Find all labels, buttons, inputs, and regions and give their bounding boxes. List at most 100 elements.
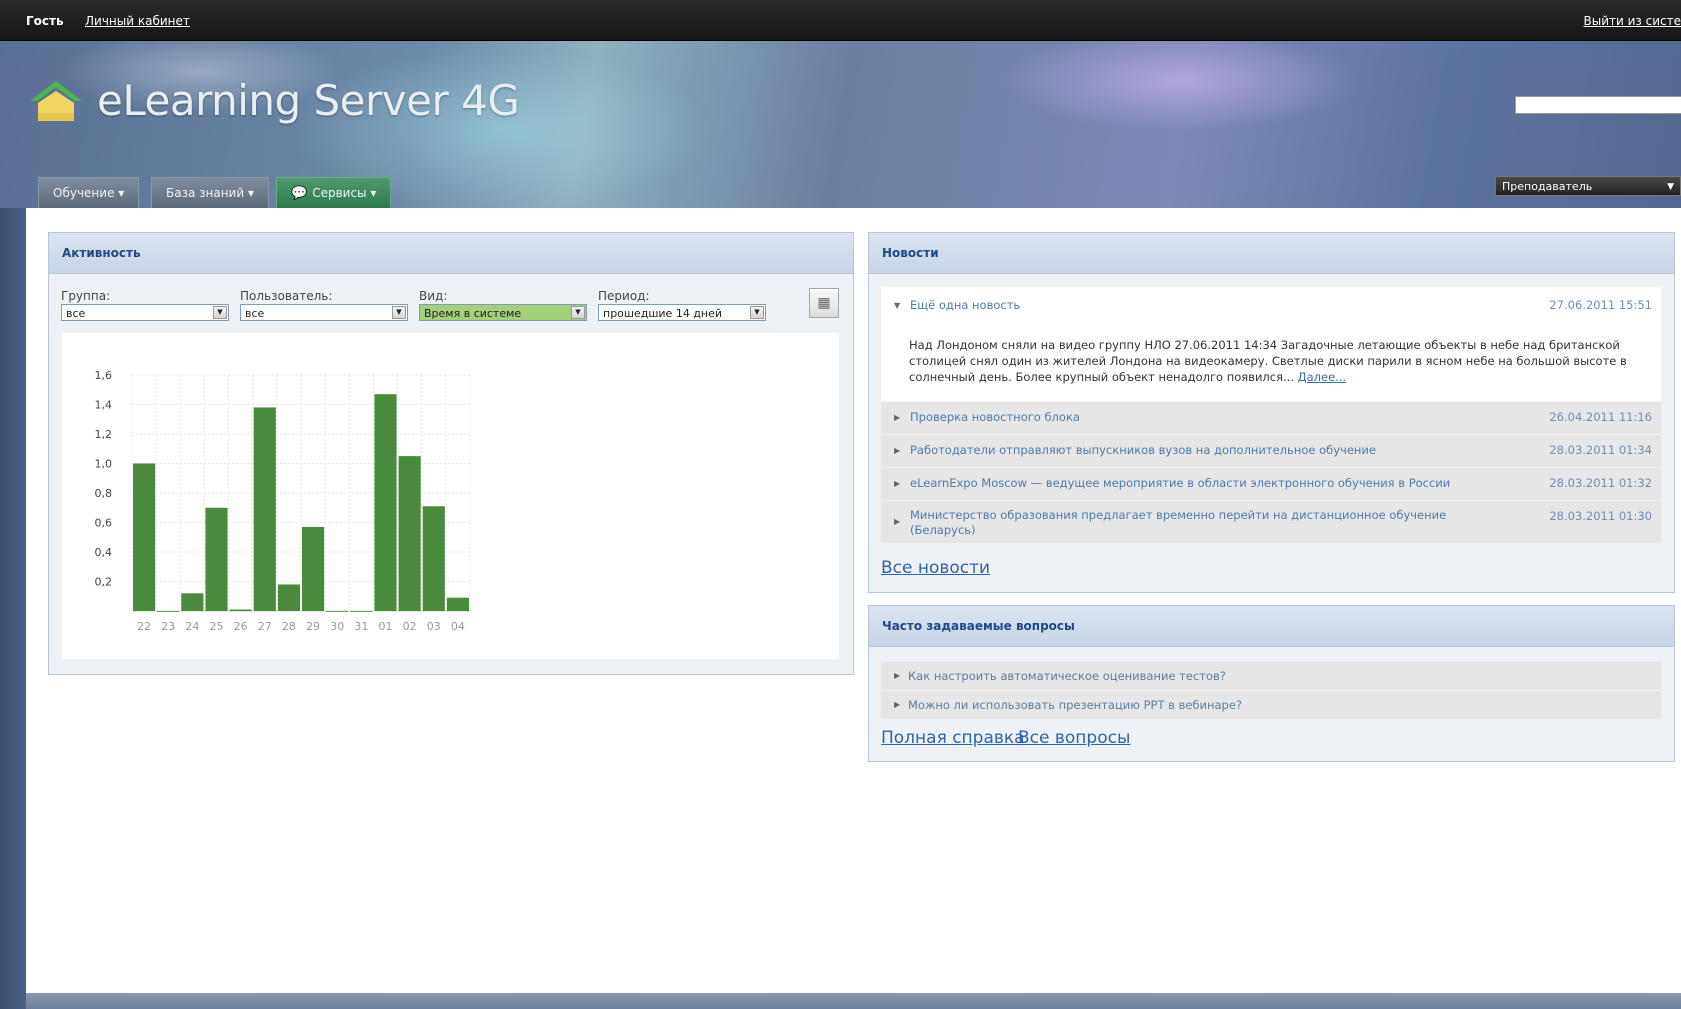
x-tick-label: 01 — [379, 620, 393, 633]
chart-bar — [253, 407, 276, 611]
x-tick-label: 26 — [234, 620, 248, 633]
search-input[interactable] — [1515, 96, 1681, 114]
read-more-link[interactable]: Далее... — [1298, 370, 1347, 384]
group-select[interactable]: все ▼ — [61, 304, 229, 321]
news-item-title[interactable]: Работодатели отправляют выпускников вузо… — [910, 443, 1376, 457]
tab-learning[interactable]: Обучение ▾ — [38, 177, 140, 208]
x-tick-label: 02 — [403, 620, 417, 633]
tab-services-label: Сервисы ▾ — [312, 186, 377, 200]
x-tick-label: 23 — [161, 620, 175, 633]
news-item-title[interactable]: eLearnExpo Moscow — ведущее мероприятие … — [910, 476, 1450, 490]
tab-knowledge-base[interactable]: База знаний ▾ — [151, 177, 269, 208]
news-item-date: 28.03.2011 01:34 — [1549, 443, 1652, 457]
activity-chart: 0,2 0,4 0,6 0,8 1,0 1,2 1,4 1,6 22 23 24 25 26 27 28 29… — [95, 369, 471, 633]
view-select[interactable]: Время в системе ▼ — [419, 304, 587, 321]
y-tick-label: 1,6 — [95, 369, 113, 382]
y-tick-label: 0,2 — [95, 576, 113, 589]
x-tick-label: 31 — [354, 620, 368, 633]
personal-cabinet-link[interactable]: Личный кабинет — [85, 14, 190, 28]
news-item-date: 26.04.2011 11:16 — [1549, 410, 1652, 424]
news-item[interactable]: ▶ Министерство образования предлагает вр… — [881, 501, 1661, 544]
all-questions-link[interactable]: Все вопросы — [1018, 728, 1130, 748]
top-bar: Гость Личный кабинет Выйти из систе — [0, 0, 1681, 41]
triangle-down-icon: ▼ — [894, 301, 901, 310]
chart-bar — [398, 456, 421, 611]
chevron-down-icon: ▼ — [1667, 182, 1674, 192]
faq-question[interactable]: Как настроить автоматическое оценивание … — [908, 662, 1226, 690]
x-tick-label: 29 — [306, 620, 320, 633]
triangle-right-icon: ▶ — [894, 517, 901, 526]
x-tick-label: 28 — [282, 620, 296, 633]
user-filter-label: Пользователь: — [240, 289, 333, 303]
x-tick-label: 03 — [427, 620, 441, 633]
user-select[interactable]: все ▼ — [240, 304, 408, 321]
period-filter: Период: прошедшие 14 дней ▼ — [598, 289, 766, 321]
chart-bar — [133, 463, 156, 611]
tab-learning-label: Обучение ▾ — [53, 186, 125, 200]
chart-bar — [229, 609, 252, 611]
news-item[interactable]: ▶ Работодатели отправляют выпускников ву… — [881, 435, 1661, 468]
chart-bar — [157, 611, 180, 612]
faq-item[interactable]: ▶ Как настроить автоматическое оценивани… — [881, 662, 1661, 691]
news-item-title[interactable]: Министерство образования предлагает врем… — [910, 508, 1480, 538]
calendar-icon[interactable]: ▦ — [809, 288, 839, 318]
y-tick-label: 1,4 — [95, 399, 113, 412]
y-tick-label: 1,0 — [95, 458, 113, 471]
user-filter: Пользователь: все ▼ — [240, 289, 408, 321]
chart-bar — [277, 584, 300, 611]
news-item-date: 28.03.2011 01:30 — [1549, 509, 1652, 523]
news-item[interactable]: ▶ eLearnExpo Moscow — ведущее мероприяти… — [881, 468, 1661, 501]
chart-bar — [326, 611, 349, 612]
tab-services[interactable]: 💬 Сервисы ▾ — [276, 177, 392, 208]
chevron-down-icon: ▼ — [750, 306, 764, 319]
triangle-right-icon: ▶ — [894, 446, 901, 455]
all-news-link[interactable]: Все новости — [881, 558, 990, 578]
news-item[interactable]: ▼ Ещё одна новость 27.06.2011 15:51 Над … — [881, 287, 1661, 402]
triangle-right-icon: ▶ — [894, 413, 901, 422]
role-select-value: Преподаватель — [1502, 180, 1593, 193]
x-tick-label: 04 — [451, 620, 465, 633]
news-item-date: 27.06.2011 15:51 — [1549, 298, 1652, 312]
left-strip — [0, 208, 26, 1009]
period-select-value: прошедшие 14 дней — [603, 307, 723, 320]
y-tick-label: 0,6 — [95, 517, 113, 530]
triangle-right-icon: ▶ — [894, 700, 901, 709]
news-item-text: Над Лондоном сняли на видео группу НЛО 2… — [909, 338, 1627, 384]
x-tick-label: 24 — [185, 620, 199, 633]
chart-bar — [446, 597, 469, 611]
view-filter-label: Вид: — [419, 289, 448, 303]
logo-text[interactable]: eLearning Server 4G — [97, 76, 520, 125]
view-filter: Вид: Время в системе ▼ — [419, 289, 587, 321]
chart-bar — [181, 593, 204, 611]
x-tick-label: 30 — [330, 620, 344, 633]
role-select[interactable]: Преподаватель ▼ — [1495, 176, 1681, 196]
chart-bar — [374, 394, 397, 611]
group-filter-label: Группа: — [61, 289, 111, 303]
guest-label: Гость — [26, 14, 64, 28]
news-item-title[interactable]: Проверка новостного блока — [910, 410, 1080, 424]
news-title: Новости — [869, 233, 1674, 274]
news-panel: Новости ▼ Ещё одна новость 27.06.2011 15… — [868, 232, 1675, 593]
activity-title: Активность — [49, 233, 853, 274]
y-tick-label: 1,2 — [95, 428, 113, 441]
header-banner: eLearning Server 4G Обучение ▾ База знан… — [0, 41, 1681, 208]
chart-bar — [302, 526, 325, 611]
group-filter: Группа: все ▼ — [61, 289, 229, 321]
x-tick-label: 22 — [137, 620, 151, 633]
news-item[interactable]: ▶ Проверка новостного блока 26.04.2011 1… — [881, 402, 1661, 435]
footer-strip — [26, 993, 1681, 1009]
logout-link[interactable]: Выйти из систе — [1584, 14, 1681, 28]
period-select[interactable]: прошедшие 14 дней ▼ — [598, 304, 766, 321]
faq-title: Часто задаваемые вопросы — [869, 606, 1674, 647]
faq-question[interactable]: Можно ли использовать презентацию PPT в … — [908, 691, 1242, 719]
news-item-title[interactable]: Ещё одна новость — [910, 298, 1020, 312]
chevron-down-icon: ▼ — [213, 306, 227, 319]
chevron-down-icon: ▼ — [392, 306, 406, 319]
faq-item[interactable]: ▶ Можно ли использовать презентацию PPT … — [881, 691, 1661, 720]
view-select-value: Время в системе — [424, 307, 522, 320]
chart-bar — [350, 611, 373, 612]
news-item-body: Над Лондоном сняли на видео группу НЛО 2… — [909, 337, 1644, 385]
full-help-link[interactable]: Полная справка — [881, 728, 1025, 748]
activity-panel: Активность Группа: все ▼ Пользователь: в… — [48, 232, 854, 675]
period-filter-label: Период: — [598, 289, 650, 303]
